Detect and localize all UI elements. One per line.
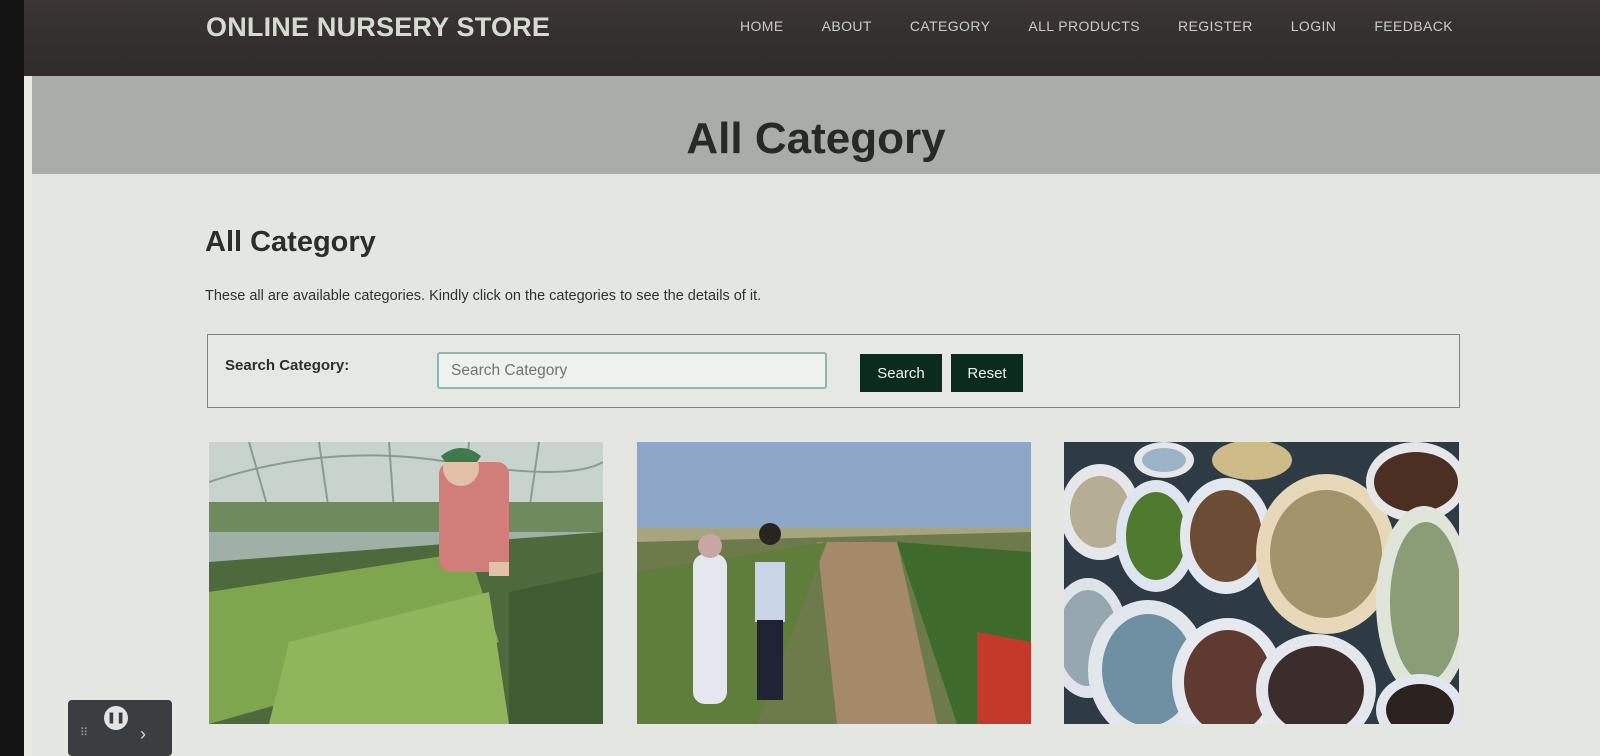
nav-home[interactable]: HOME (740, 18, 784, 34)
reset-button[interactable]: Reset (951, 354, 1023, 392)
nav-category[interactable]: CATEGORY (910, 18, 990, 34)
hero-title: All Category (686, 114, 946, 163)
category-card[interactable] (1064, 442, 1459, 724)
search-button[interactable]: Search (860, 354, 942, 392)
nav-login[interactable]: LOGIN (1291, 18, 1337, 34)
category-card[interactable] (637, 442, 1031, 724)
top-navbar: ONLINE NURSERY STORE HOME ABOUT CATEGORY… (24, 0, 1600, 76)
greenhouse-seedlings-image (209, 442, 603, 724)
screen-recorder-widget: ⠿ ❚❚ › (68, 700, 172, 756)
seed-sacks-image (1064, 442, 1459, 724)
page-hero-banner: All Category (32, 76, 1600, 174)
site-brand[interactable]: ONLINE NURSERY STORE (206, 12, 550, 43)
chevron-right-icon[interactable]: › (140, 724, 146, 745)
drag-handle-icon[interactable]: ⠿ (80, 726, 88, 739)
browser-viewport: ONLINE NURSERY STORE HOME ABOUT CATEGORY… (24, 0, 1600, 756)
farm-field-image (637, 442, 1031, 724)
nav-feedback[interactable]: FEEDBACK (1374, 18, 1453, 34)
section-title: All Category (205, 226, 376, 258)
main-nav: HOME ABOUT CATEGORY ALL PRODUCTS REGISTE… (740, 18, 1491, 34)
section-description: These all are available categories. Kind… (205, 288, 762, 304)
pause-icon[interactable]: ❚❚ (104, 706, 128, 730)
category-search-panel: Search Category: Search Reset (207, 334, 1460, 408)
nav-all-products[interactable]: ALL PRODUCTS (1028, 18, 1140, 34)
search-input[interactable] (437, 352, 827, 389)
category-card[interactable] (209, 442, 603, 724)
nav-register[interactable]: REGISTER (1178, 18, 1253, 34)
main-content: All Category These all are available cat… (32, 174, 1600, 756)
nav-about[interactable]: ABOUT (822, 18, 872, 34)
monitor-bezel (0, 0, 24, 756)
search-label: Search Category: (225, 357, 350, 374)
